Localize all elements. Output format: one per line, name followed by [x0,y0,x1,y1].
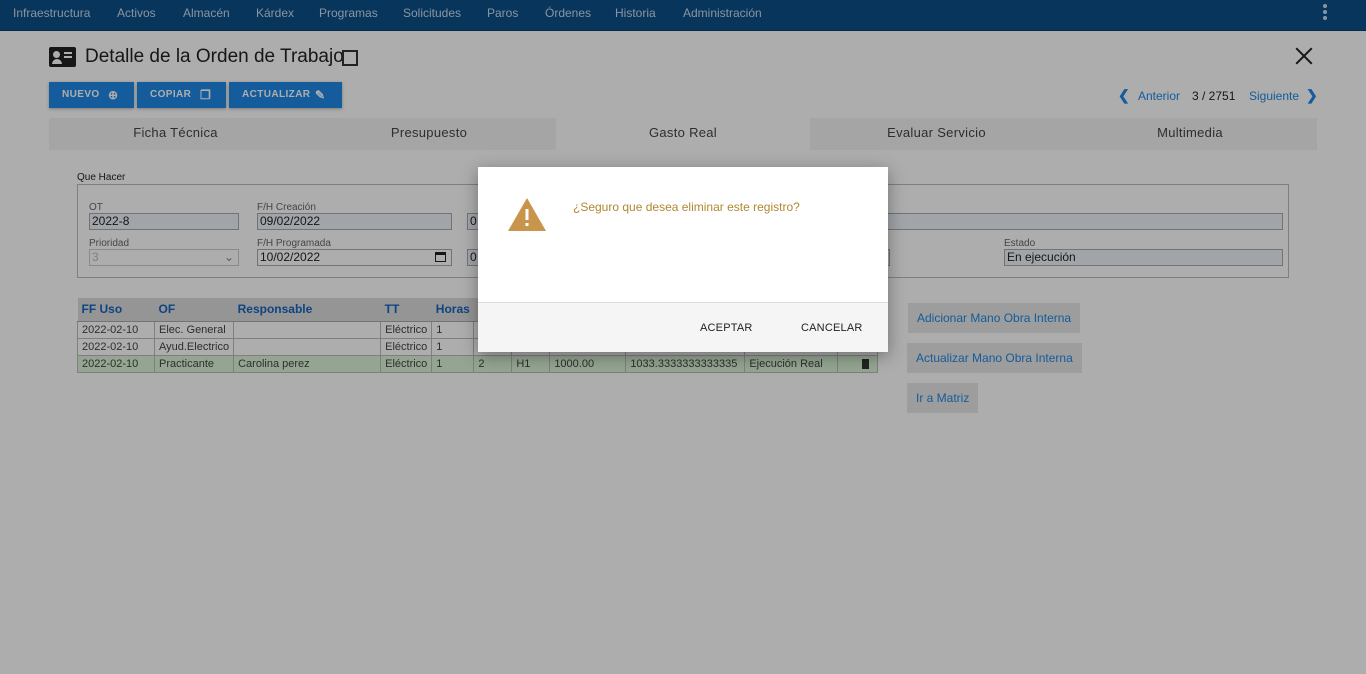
dialog-message: ¿Seguro que desea eliminar este registro… [573,200,800,214]
confirm-delete-dialog: ¿Seguro que desea eliminar este registro… [478,167,888,352]
aceptar-button[interactable]: ACEPTAR [700,322,753,334]
warning-mark-bar [525,209,529,220]
dialog-footer: ACEPTAR CANCELAR [478,302,888,352]
cancelar-button[interactable]: CANCELAR [801,322,863,334]
warning-icon [508,198,546,231]
warning-mark-dot [525,223,529,226]
